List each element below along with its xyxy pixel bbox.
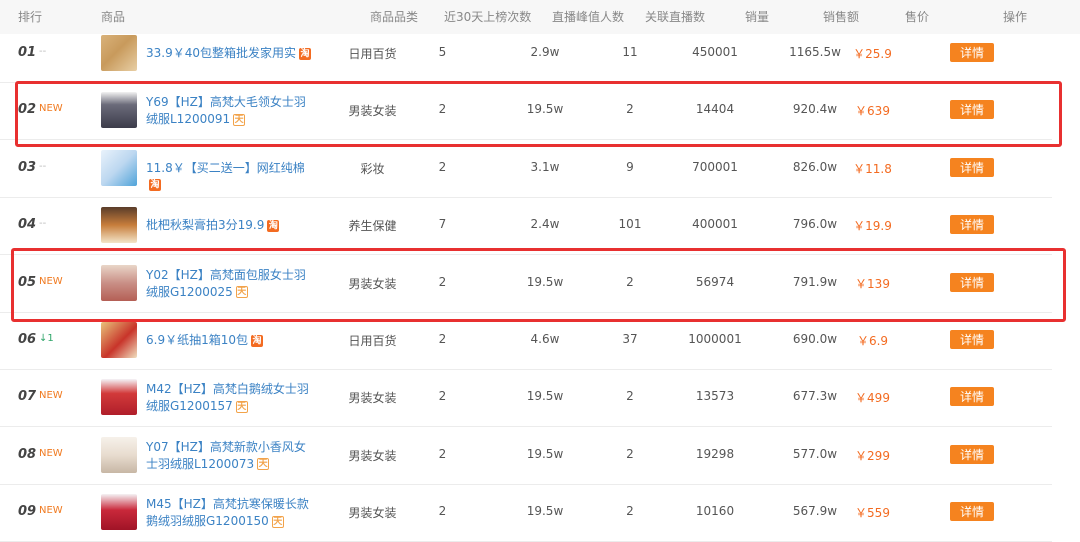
times-cell: 5: [438, 45, 447, 59]
price-cell: ￥559: [855, 506, 890, 521]
related-live-cell: 2: [626, 504, 634, 519]
taobao-icon: 淘: [251, 334, 263, 347]
peak-viewers-cell: 19.5w: [526, 389, 564, 404]
product-thumbnail[interactable]: [101, 436, 137, 473]
rank-trend: --: [39, 218, 47, 230]
tmall-icon: 天: [257, 458, 270, 471]
product-name-text: M45【HZ】高梵抗寒保暖长款鹅绒羽绒服G1200150: [146, 497, 309, 529]
tmall-icon: 天: [235, 400, 248, 413]
highlight-box-row-02: [15, 81, 1062, 147]
rank-number: 04: [18, 217, 37, 233]
detail-button[interactable]: 详情: [950, 502, 994, 522]
product-name-text: 6.9￥纸抽1箱10包: [146, 333, 248, 347]
rank-trend: NEW: [39, 505, 63, 517]
rank-number: 03: [18, 159, 37, 175]
rank-trend: ↓1: [39, 333, 54, 344]
times-cell: 2: [438, 389, 447, 404]
detail-button[interactable]: 详情: [950, 387, 994, 407]
product-thumbnail[interactable]: [101, 35, 137, 71]
product-name-link[interactable]: 11.8￥【买二送一】网红纯棉淘: [146, 160, 316, 194]
product-name-link[interactable]: 枇杷秋梨膏拍3分19.9 淘: [146, 217, 316, 234]
sales-cell: 700001: [692, 159, 738, 174]
table-row: 04 -- 枇杷秋梨膏拍3分19.9 淘养生保健 7 2.4w 101 400001 796.0…: [0, 197, 1052, 256]
price-cell: ￥299: [855, 448, 890, 463]
product-name-text: Y07【HZ】高梵新款小香风女士羽绒服L1200073: [146, 439, 306, 471]
rank-trend: --: [39, 160, 47, 172]
rank-number: 09: [18, 504, 37, 520]
related-live-cell: 2: [626, 446, 634, 461]
times-cell: 2: [438, 446, 447, 461]
tmall-icon: 天: [271, 515, 284, 528]
sales-cell: 400001: [692, 217, 738, 232]
sales-cell: 10160: [695, 504, 735, 519]
times-cell: 2: [438, 504, 447, 519]
peak-viewers-cell: 19.5w: [526, 504, 564, 519]
detail-button[interactable]: 详情: [950, 157, 994, 177]
price-cell: ￥11.8: [853, 161, 892, 176]
rank-trend: NEW: [39, 447, 63, 459]
related-live-cell: 9: [626, 159, 634, 174]
product-name-link[interactable]: Y07【HZ】高梵新款小香风女士羽绒服L1200073 天: [146, 439, 316, 473]
related-live-cell: 2: [626, 389, 634, 404]
table-row: 03 -- 11.8￥【买二送一】网红纯棉淘 彩妆 2 3.1w 9 700001 826.0w…: [0, 140, 1052, 198]
product-name-link[interactable]: 33.9￥40包整箱批发家用实淘: [146, 45, 316, 62]
related-live-cell: 37: [622, 332, 638, 346]
product-name-link[interactable]: 6.9￥纸抽1箱10包淘: [146, 332, 316, 349]
product-thumbnail[interactable]: [101, 322, 137, 358]
product-name-link[interactable]: M45【HZ】高梵抗寒保暖长款鹅绒羽绒服G1200150 天: [146, 496, 316, 530]
times-cell: 2: [438, 332, 447, 346]
product-name-link[interactable]: M42【HZ】高梵白鹅绒女士羽绒服G1200157 天: [146, 381, 316, 415]
sales-cell: 1000001: [688, 332, 742, 346]
product-name-text: 11.8￥【买二送一】网红纯棉: [146, 160, 305, 175]
rank-number: 08: [18, 446, 37, 462]
detail-button[interactable]: 详情: [950, 330, 994, 349]
product-thumbnail[interactable]: [101, 379, 137, 416]
product-name-text: M42【HZ】高梵白鹅绒女士羽绒服G1200157: [146, 382, 309, 414]
product-thumbnail[interactable]: [101, 207, 137, 244]
detail-button[interactable]: 详情: [950, 43, 994, 62]
rank-number: 01: [18, 45, 37, 60]
sales-cell: 19298: [695, 446, 735, 461]
related-live-cell: 11: [622, 45, 638, 59]
sales-cell: 13573: [695, 389, 735, 404]
peak-viewers-cell: 2.4w: [530, 217, 560, 232]
peak-viewers-cell: 3.1w: [530, 159, 560, 174]
taobao-icon: 淘: [149, 179, 161, 192]
product-name-text: 枇杷秋梨膏拍3分19.9: [146, 218, 265, 233]
product-thumbnail[interactable]: [101, 149, 137, 186]
product-name-text: 33.9￥40包整箱批发家用实: [146, 46, 296, 60]
price-cell: ￥499: [855, 391, 890, 406]
related-live-cell: 101: [618, 217, 642, 232]
times-cell: 2: [438, 159, 447, 174]
price-cell: ￥6.9: [856, 334, 889, 348]
detail-button[interactable]: 详情: [950, 444, 994, 464]
price-cell: ￥19.9: [853, 219, 892, 234]
rank-number: 07: [18, 389, 37, 405]
times-cell: 7: [438, 217, 447, 232]
rank-trend: NEW: [39, 390, 63, 402]
highlight-box-row-05: [11, 248, 1066, 322]
peak-viewers-cell: 4.6w: [530, 332, 560, 346]
table-row: 01 -- 33.9￥40包整箱批发家用实淘日用百货 5 2.9w 11 450001 116…: [0, 25, 1052, 83]
peak-viewers-cell: 2.9w: [530, 45, 560, 59]
taobao-icon: 淘: [267, 219, 280, 232]
table-row: 07 NEW M42【HZ】高梵白鹅绒女士羽绒服G1200157 天男装女装 2 19.5…: [0, 369, 1052, 428]
rank-number: 06: [18, 332, 37, 347]
table-row: 09 NEW M45【HZ】高梵抗寒保暖长款鹅绒羽绒服G1200150 天男装女装 2 1…: [0, 484, 1052, 542]
detail-button[interactable]: 详情: [950, 215, 994, 235]
table-row: 08 NEW Y07【HZ】高梵新款小香风女士羽绒服L1200073 天男装女装 2 19…: [0, 427, 1052, 485]
rank-trend: --: [39, 46, 47, 57]
price-cell: ￥25.9: [853, 47, 892, 61]
sales-cell: 450001: [692, 45, 738, 59]
peak-viewers-cell: 19.5w: [526, 446, 564, 461]
